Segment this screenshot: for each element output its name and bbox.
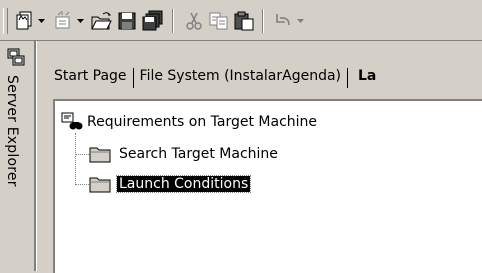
- add-item-button[interactable]: [50, 9, 74, 33]
- open-folder-icon: [91, 12, 112, 30]
- save-icon: [118, 12, 136, 30]
- folder-icon: [89, 177, 111, 193]
- server-explorer-tab[interactable]: [6, 47, 26, 67]
- launch-conditions-editor: Requirements on Target Machine Search Ta…: [53, 99, 482, 273]
- new-project-button[interactable]: [12, 9, 36, 33]
- dropdown-arrow-icon: [76, 19, 84, 23]
- tab-separator: [347, 68, 349, 88]
- undo-icon: [276, 14, 290, 26]
- save-all-button[interactable]: [141, 9, 165, 33]
- folder-icon: [89, 147, 111, 163]
- new-project-dropdown[interactable]: [37, 17, 45, 25]
- side-tab-strip: Server Explorer: [0, 41, 33, 271]
- save-all-icon: [142, 10, 163, 31]
- add-item-icon: [55, 11, 70, 29]
- undo-button[interactable]: [271, 9, 295, 33]
- target-machine-icon: [61, 112, 83, 130]
- copy-button[interactable]: [207, 9, 231, 33]
- tab-file-system[interactable]: File System (InstalarAgenda): [140, 68, 341, 84]
- tree-item-label: Launch Conditions: [115, 175, 252, 193]
- document-tabs: Start Page File System (InstalarAgenda) La: [44, 56, 482, 96]
- open-button[interactable]: [89, 9, 113, 33]
- tree-item-label: Search Target Machine: [119, 146, 278, 162]
- tab-separator: [132, 68, 134, 88]
- dropdown-arrow-icon: [37, 19, 45, 23]
- undo-dropdown[interactable]: [296, 17, 304, 25]
- tree-root-label: Requirements on Target Machine: [87, 114, 318, 130]
- dropdown-arrow-icon: [296, 19, 304, 23]
- tree-item-launch-conditions[interactable]: Launch Conditions: [89, 173, 252, 195]
- strip-divider: [34, 41, 37, 271]
- new-project-icon: [16, 11, 32, 30]
- tree-item-search-target-machine[interactable]: Search Target Machine: [89, 143, 280, 165]
- server-explorer-label[interactable]: Server Explorer: [4, 75, 20, 187]
- server-explorer-icon: [7, 48, 25, 66]
- tab-launch-conditions[interactable]: La: [354, 68, 380, 84]
- tree-connector: [75, 133, 76, 185]
- standard-toolbar: [0, 0, 482, 41]
- cut-button[interactable]: [182, 9, 206, 33]
- tab-start-page[interactable]: Start Page: [54, 68, 127, 84]
- save-button[interactable]: [115, 9, 139, 33]
- add-item-dropdown[interactable]: [76, 17, 84, 25]
- toolbar-separator: [172, 9, 174, 33]
- cut-icon: [186, 12, 202, 30]
- toolbar-separator: [262, 9, 264, 33]
- tree-connector: [75, 184, 89, 185]
- toolbar-grip[interactable]: [3, 8, 8, 34]
- tree-root-node[interactable]: Requirements on Target Machine: [61, 111, 317, 133]
- paste-icon: [234, 11, 254, 31]
- paste-button[interactable]: [232, 9, 256, 33]
- copy-icon: [209, 12, 228, 30]
- tree-connector: [75, 154, 89, 155]
